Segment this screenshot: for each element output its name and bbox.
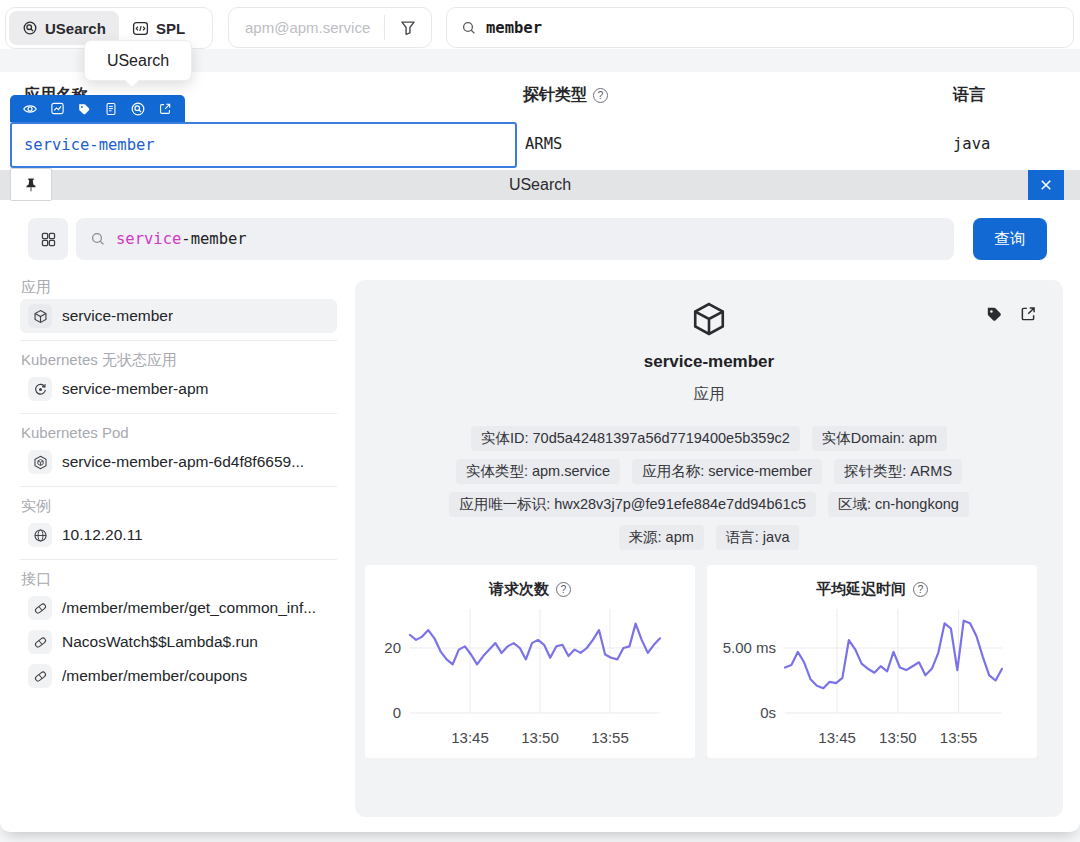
svg-text:20: 20 (384, 639, 401, 656)
panel-search-input[interactable]: service-member (76, 218, 954, 260)
usearch-panel: USearch service-member 查询 应用service-memb… (0, 170, 1080, 832)
sidebar-group-label: 应用 (20, 275, 337, 299)
search-icon (461, 20, 477, 36)
query-button[interactable]: 查询 (973, 218, 1047, 260)
cell-probe-type: ARMS (525, 135, 562, 153)
code-icon (132, 20, 149, 37)
divider (20, 486, 337, 487)
detail-tag: 来源: apm (619, 525, 704, 550)
sidebar-item[interactable]: service-member-apm (20, 372, 337, 406)
global-search-input[interactable]: member (446, 7, 1074, 48)
svg-text:13:55: 13:55 (940, 729, 978, 746)
panel-header: USearch (0, 170, 1080, 200)
help-icon[interactable]: ? (913, 582, 928, 597)
detail-tag: 实体ID: 70d5a42481397a56d7719400e5b359c2 (471, 426, 800, 451)
api-icon (28, 630, 52, 654)
divider (20, 340, 337, 341)
usearch-logo-icon (22, 20, 38, 36)
usearch-icon[interactable] (129, 100, 146, 117)
svg-text:13:50: 13:50 (879, 729, 917, 746)
svg-text:13:45: 13:45 (818, 729, 856, 746)
pin-button[interactable] (10, 168, 52, 201)
sidebar-item[interactable]: NacosWatch$$Lambda$.run (20, 625, 337, 659)
tooltip-usearch: USearch (84, 40, 192, 81)
detail-tag: 实体Domain: apm (812, 426, 947, 451)
filter-button[interactable] (385, 8, 431, 47)
detail-tag: 语言: java (716, 525, 800, 550)
svg-text:13:50: 13:50 (521, 729, 559, 746)
chart-icon[interactable] (49, 100, 66, 117)
detail-tag: 区域: cn-hongkong (828, 492, 969, 517)
entity-type-icon (355, 300, 1063, 338)
chart-title: 请求次数? (365, 565, 695, 601)
search-icon (90, 231, 106, 247)
sidebar-item[interactable]: /member/member/coupons (20, 659, 337, 693)
close-icon (1037, 176, 1055, 194)
svg-text:13:45: 13:45 (451, 729, 489, 746)
scope-input-group: apm@apm.service (228, 7, 432, 48)
sidebar-item[interactable]: /member/member/get_common_inf... (20, 591, 337, 625)
tag-icon[interactable] (76, 100, 93, 117)
sidebar-group-label: Kubernetes 无状态应用 (20, 348, 337, 372)
category-grid-button[interactable] (28, 218, 68, 260)
svg-text:13:55: 13:55 (591, 729, 629, 746)
sidebar-group-label: 实例 (20, 494, 337, 518)
cube-icon (28, 304, 52, 328)
help-icon[interactable]: ? (556, 582, 571, 597)
charts-row: 请求次数? 20 0 13:45 13:50 13:55 平均延迟时间? 5.00 ms 0s 1… (365, 565, 1037, 758)
top-toolbar: USearch SPL apm@apm.service member USear… (0, 0, 1080, 49)
help-icon[interactable]: ? (593, 88, 608, 103)
cell-editor-input[interactable]: service-member (10, 122, 517, 168)
entity-tags: 实体ID: 70d5a42481397a56d7719400e5b359c2 实体… (417, 426, 1002, 550)
document-icon[interactable] (102, 100, 119, 117)
globe-icon (28, 523, 52, 547)
cell-language: java (953, 135, 990, 153)
svg-text:5.00 ms: 5.00 ms (723, 639, 776, 656)
svg-text:0: 0 (393, 704, 401, 721)
api-icon (28, 596, 52, 620)
chart-title: 平均延迟时间? (707, 565, 1037, 601)
sidebar-item[interactable]: 10.12.20.11 (20, 518, 337, 552)
detail-tag: 探针类型: ARMS (834, 459, 962, 484)
deployment-icon (28, 377, 52, 401)
col-header-language: 语言 (953, 85, 985, 106)
entity-title: service-member (355, 352, 1063, 372)
scope-input[interactable]: apm@apm.service (229, 19, 384, 36)
grid-icon (40, 231, 57, 248)
detail-tag: 应用唯一标识: hwx28v3j7p@fe91efe884e7dd94b61c5 (449, 492, 816, 517)
svg-text:0s: 0s (760, 704, 776, 721)
sidebar-item[interactable]: service-member (20, 299, 337, 333)
panel-title: USearch (0, 170, 1080, 200)
close-button[interactable] (1028, 170, 1064, 200)
entity-subtitle: 应用 (355, 384, 1063, 405)
divider (20, 413, 337, 414)
cell-toolbar (10, 95, 185, 122)
page: USearch SPL apm@apm.service member USear… (0, 0, 1080, 842)
eye-icon[interactable] (22, 100, 39, 117)
entity-detail-panel: service-member 应用 实体ID: 70d5a42481397a56… (355, 280, 1063, 817)
results-table: 应用名称 探针类型? 语言 service-member ARMS java (0, 72, 1080, 170)
detail-tag: 实体类型: apm.service (456, 459, 620, 484)
external-link-icon[interactable] (156, 100, 173, 117)
pin-icon (23, 177, 39, 193)
chart-card-0: 请求次数? 20 0 13:45 13:50 13:55 (365, 565, 695, 758)
col-header-probe-type: 探针类型? (523, 85, 608, 106)
api-icon (28, 664, 52, 688)
result-sidebar: 应用service-memberKubernetes 无状态应用service-… (20, 275, 337, 693)
pod-icon (28, 450, 52, 474)
panel-body: service-member 查询 应用service-memberKubern… (0, 200, 1080, 832)
divider (20, 559, 337, 560)
sidebar-group-label: 接口 (20, 567, 337, 591)
sidebar-item[interactable]: service-member-apm-6d4f8f6659... (20, 445, 337, 479)
filter-icon (399, 19, 417, 37)
chart-card-1: 平均延迟时间? 5.00 ms 0s 13:45 13:50 13:55 (707, 565, 1037, 758)
sidebar-group-label: Kubernetes Pod (20, 421, 337, 445)
detail-tag: 应用名称: service-member (632, 459, 822, 484)
